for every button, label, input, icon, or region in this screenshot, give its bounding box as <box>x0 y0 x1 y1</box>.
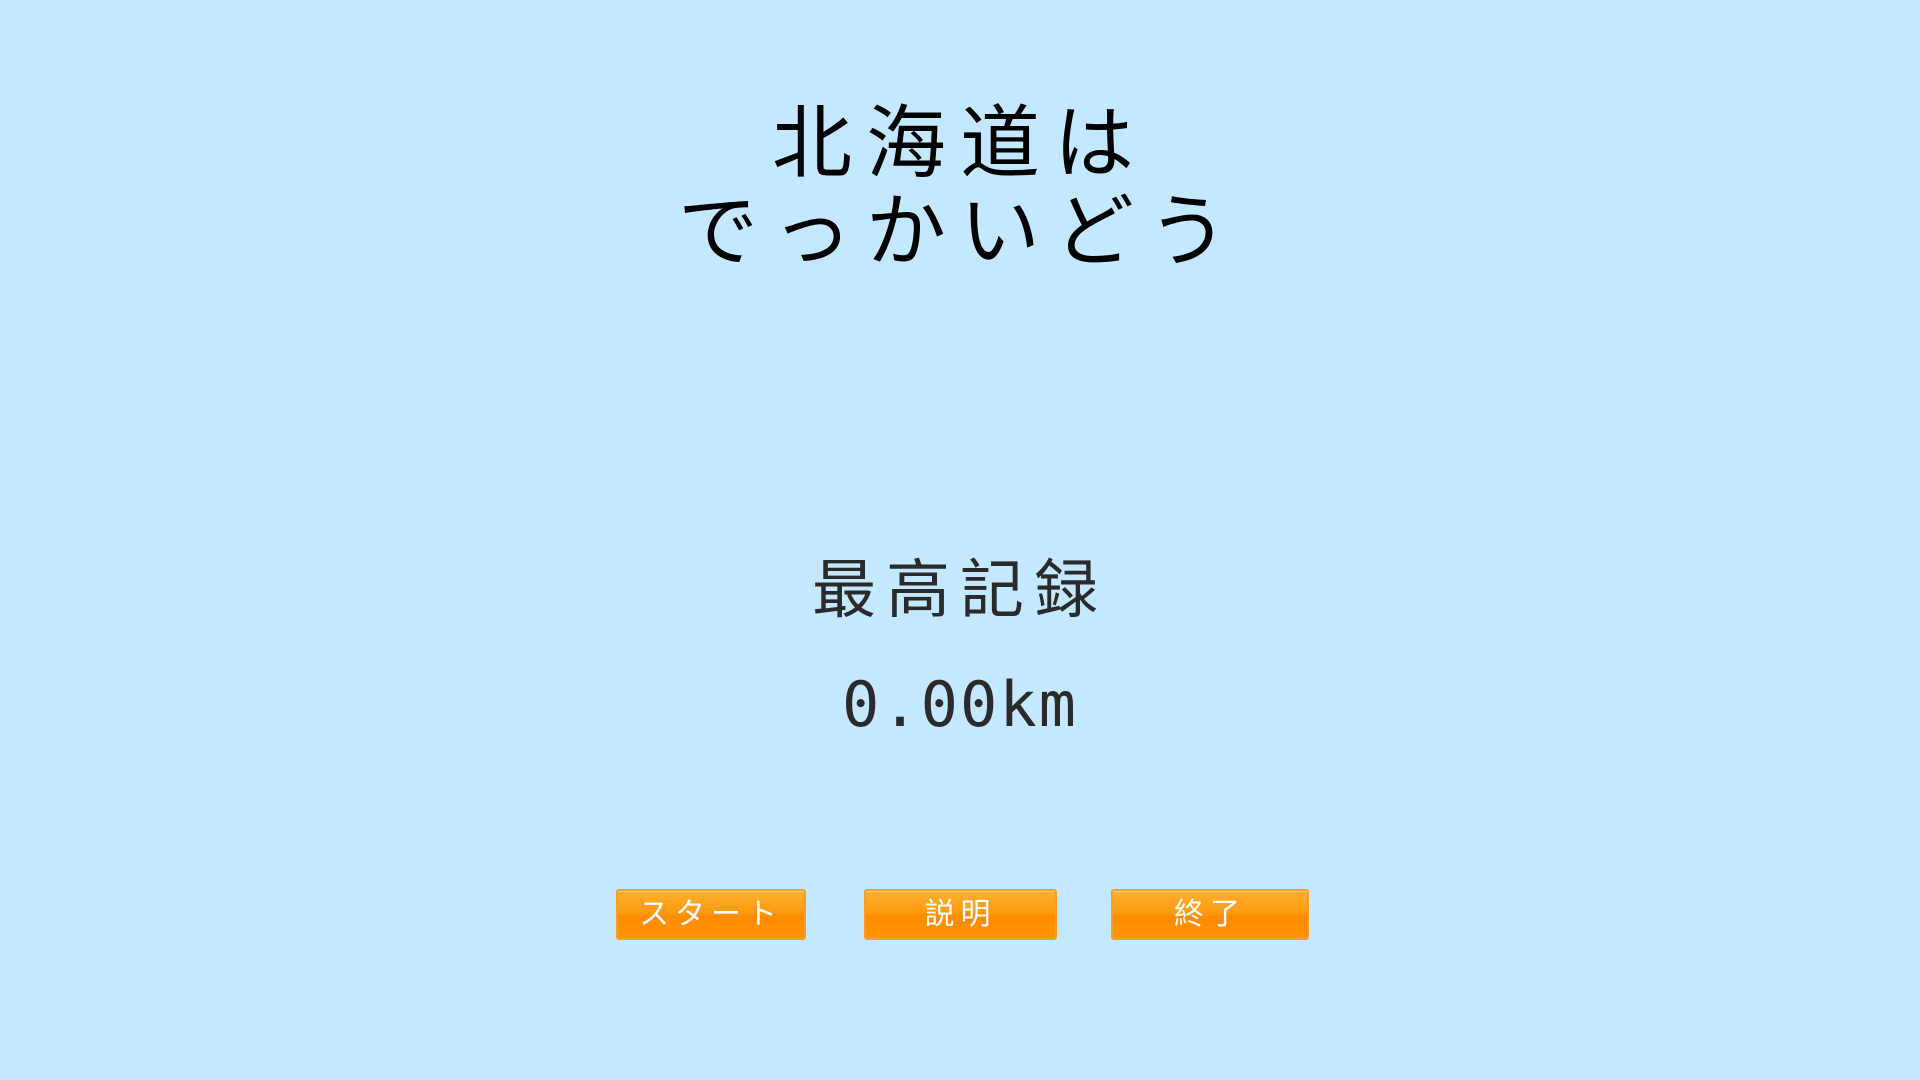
game-title: 北海道は でっかいどう <box>0 100 1920 276</box>
quit-button[interactable]: 終了 <box>1111 889 1309 940</box>
high-score-label: 最高記録 <box>812 554 1108 628</box>
help-button[interactable]: 説明 <box>864 889 1057 940</box>
title-screen: 北海道は でっかいどう 最高記録 0.00km スタート 説明 終了 <box>0 0 1920 1080</box>
game-title-line-1: 北海道は <box>772 97 1148 190</box>
game-title-line-2: でっかいどう <box>678 185 1242 278</box>
start-button[interactable]: スタート <box>616 889 806 940</box>
high-score-value: 0.00km <box>842 668 1078 741</box>
